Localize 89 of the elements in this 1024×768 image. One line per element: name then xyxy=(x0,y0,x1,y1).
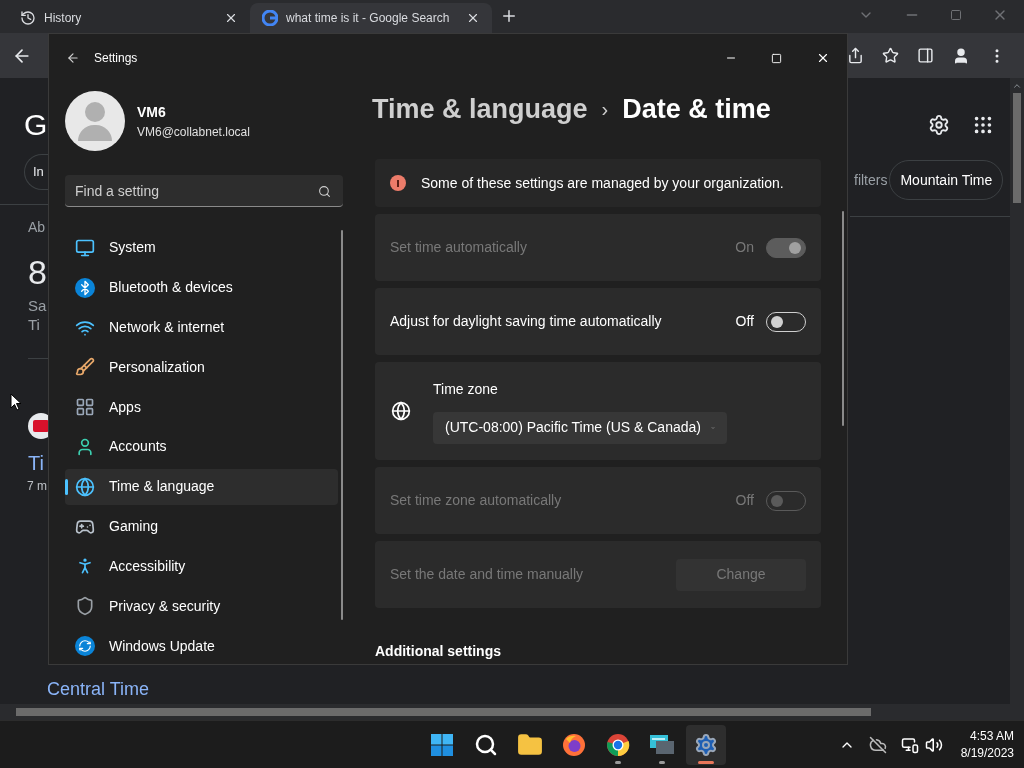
network-icon[interactable] xyxy=(900,735,919,754)
nav-item[interactable]: Time & language xyxy=(65,468,338,505)
setting-label: Adjust for daylight saving time automatically xyxy=(390,312,663,331)
scroll-up-icon[interactable] xyxy=(1012,81,1022,91)
apps-icon xyxy=(75,397,95,418)
person-icon xyxy=(75,436,95,457)
section-heading: Additional settings xyxy=(375,642,502,661)
brush-icon xyxy=(75,357,95,378)
bookmark-star-icon[interactable] xyxy=(882,47,899,64)
browser-tab[interactable]: what time is it - Google Search xyxy=(250,3,492,33)
date-line: Sa xyxy=(28,296,48,315)
nav-item[interactable]: Network & internet xyxy=(65,309,338,346)
user-name: VM6 xyxy=(137,102,167,122)
setting-label: Set the date and time manually xyxy=(390,565,584,584)
fox-browser-icon xyxy=(562,732,587,757)
folder-icon xyxy=(517,731,544,758)
window-title: Settings xyxy=(94,50,138,67)
shield-icon xyxy=(75,596,95,617)
time-zone-dropdown[interactable]: (UTC-08:00) Pacific Time (US & Canada) xyxy=(433,411,727,444)
big-number: 8 xyxy=(28,252,48,292)
horizontal-scrollbar[interactable] xyxy=(0,704,1024,720)
globe-clock-icon xyxy=(391,401,411,421)
profile-icon[interactable] xyxy=(952,46,970,65)
restore-icon[interactable] xyxy=(950,9,962,21)
scrollbar-thumb[interactable] xyxy=(1013,93,1021,203)
search-field[interactable]: Find a setting xyxy=(65,175,343,207)
vertical-scrollbar[interactable] xyxy=(1010,78,1024,704)
monitor-icon xyxy=(75,237,95,258)
user-email: VM6@collabnet.local xyxy=(137,123,250,141)
tab-title: what time is it - Google Search xyxy=(286,10,451,27)
nav-item[interactable]: Accessibility xyxy=(65,548,338,585)
gear-icon xyxy=(694,732,719,757)
bluetooth-icon xyxy=(75,277,95,298)
search-icon xyxy=(474,732,499,757)
taskbar-app-button[interactable] xyxy=(686,724,727,765)
breadcrumb-separator: › xyxy=(601,97,609,122)
side-panel-icon[interactable] xyxy=(917,47,934,64)
setting-label: Set time zone automatically xyxy=(390,491,563,510)
tab-title: History xyxy=(44,10,83,27)
nav-item[interactable]: Gaming xyxy=(65,508,338,545)
search-icon xyxy=(318,185,331,198)
nav-item[interactable]: Windows Update xyxy=(65,628,338,664)
setting-label: Set time automatically xyxy=(390,238,528,257)
new-tab-icon[interactable] xyxy=(500,7,518,25)
toggle-state: On xyxy=(735,238,754,257)
google-g-icon xyxy=(262,10,278,26)
apps-grid-icon[interactable] xyxy=(972,114,994,136)
setting-label: Time zone xyxy=(433,379,499,399)
result-meta: 7 m xyxy=(27,478,48,495)
toggle-state: Off xyxy=(735,491,754,510)
toggle-state: Off xyxy=(735,312,754,331)
nav-item[interactable]: Personalization xyxy=(65,349,338,386)
clock[interactable]: 4:53 AM 8/19/2023 xyxy=(960,727,1014,762)
maximize-icon[interactable] xyxy=(771,52,782,64)
scrollbar[interactable] xyxy=(341,230,343,620)
windows-logo-icon xyxy=(430,732,455,757)
filters-text[interactable]: filters xyxy=(854,169,888,191)
result-title[interactable]: Ti xyxy=(28,451,48,475)
nav-item[interactable]: Privacy & security xyxy=(65,588,338,625)
info-icon xyxy=(390,175,406,191)
history-icon xyxy=(20,10,36,26)
scrollbar[interactable] xyxy=(842,211,844,426)
ring-browser-icon xyxy=(606,732,631,757)
cloud-off-icon[interactable] xyxy=(868,735,887,754)
back-icon[interactable] xyxy=(66,51,80,65)
close-icon[interactable] xyxy=(816,51,830,65)
nav-item[interactable]: Apps xyxy=(65,389,338,426)
avatar xyxy=(65,91,125,151)
refresh-icon xyxy=(75,636,95,657)
browser-tab[interactable]: History xyxy=(8,3,250,33)
zone-line: Ti xyxy=(28,315,41,334)
scrollbar-thumb[interactable] xyxy=(16,708,871,716)
result-link[interactable]: Central Time xyxy=(47,678,1010,700)
notice-text: Some of these settings are managed by your organization. xyxy=(421,173,784,193)
close-icon[interactable] xyxy=(224,11,238,25)
remote-desktop-icon xyxy=(649,732,676,757)
settings-icon[interactable] xyxy=(928,114,950,136)
google-logo-letter: G xyxy=(24,108,48,142)
share-icon[interactable] xyxy=(847,47,864,64)
nav-item[interactable]: Accounts xyxy=(65,429,338,465)
breadcrumb-parent[interactable]: Time & language xyxy=(372,88,588,130)
page-title: Date & time xyxy=(622,92,771,126)
nav-item[interactable]: System xyxy=(65,230,338,266)
cursor-icon xyxy=(10,393,22,411)
globe-clock-icon xyxy=(75,476,95,497)
close-icon[interactable] xyxy=(466,11,480,25)
nav-item[interactable]: Bluetooth & devices xyxy=(65,269,338,306)
volume-icon[interactable] xyxy=(924,735,943,754)
about-text: Ab xyxy=(28,218,47,237)
